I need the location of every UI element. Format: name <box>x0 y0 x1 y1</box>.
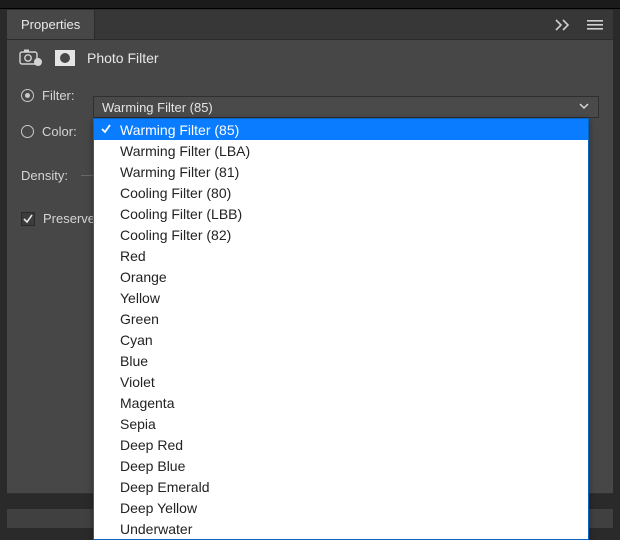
filter-dropdown-item-label: Warming Filter (85) <box>120 122 239 138</box>
filter-dropdown-item-label: Orange <box>120 269 167 285</box>
color-label: Color: <box>42 124 94 139</box>
filter-dropdown-item-label: Green <box>120 311 159 327</box>
color-radio[interactable] <box>21 125 34 138</box>
filter-dropdown-item[interactable]: Orange <box>94 266 588 287</box>
preserve-checkbox[interactable] <box>21 212 35 226</box>
filter-dropdown-item-label: Cyan <box>120 332 153 348</box>
filter-dropdown-item[interactable]: Deep Red <box>94 434 588 455</box>
filter-dropdown-item[interactable]: Magenta <box>94 392 588 413</box>
tab-label: Properties <box>21 17 80 32</box>
collapse-chevrons-icon[interactable] <box>555 19 573 31</box>
filter-dropdown-item-label: Cooling Filter (80) <box>120 185 231 201</box>
filter-dropdown-item-label: Deep Emerald <box>120 479 210 495</box>
filter-dropdown-item[interactable]: Green <box>94 308 588 329</box>
filter-dropdown-item[interactable]: Blue <box>94 350 588 371</box>
filter-dropdown-item[interactable]: Cyan <box>94 329 588 350</box>
filter-dropdown-item[interactable]: Red <box>94 245 588 266</box>
filter-dropdown-item[interactable]: Underwater <box>94 518 588 539</box>
filter-dropdown-item-label: Deep Yellow <box>120 500 197 516</box>
filter-dropdown-item-label: Deep Blue <box>120 458 185 474</box>
filter-dropdown-item[interactable]: Deep Emerald <box>94 476 588 497</box>
filter-dropdown-list[interactable]: Warming Filter (85) Warming Filter (LBA) W… <box>93 118 589 540</box>
filter-dropdown-item-label: Deep Red <box>120 437 183 453</box>
filter-dropdown-item-label: Underwater <box>120 521 192 537</box>
check-icon <box>100 122 112 138</box>
filter-dropdown[interactable]: Warming Filter (85) <box>93 96 599 118</box>
filter-dropdown-item[interactable]: Violet <box>94 371 588 392</box>
filter-dropdown-item[interactable]: Cooling Filter (80) <box>94 182 588 203</box>
section-title: Photo Filter <box>87 50 159 66</box>
filter-dropdown-item-label: Cooling Filter (82) <box>120 227 231 243</box>
filter-label: Filter: <box>42 88 94 103</box>
filter-dropdown-value: Warming Filter (85) <box>102 100 213 115</box>
filter-dropdown-item-label: Violet <box>120 374 155 390</box>
panel-tab-tools <box>545 10 613 39</box>
filter-dropdown-item-label: Magenta <box>120 395 174 411</box>
filter-dropdown-item[interactable]: Sepia <box>94 413 588 434</box>
window-top-edge <box>0 0 620 9</box>
filter-dropdown-item[interactable]: Deep Blue <box>94 455 588 476</box>
tab-properties[interactable]: Properties <box>7 10 95 39</box>
filter-dropdown-item-label: Red <box>120 248 146 264</box>
filter-dropdown-item-label: Warming Filter (LBA) <box>120 143 250 159</box>
camera-filter-icon <box>19 48 43 68</box>
filter-dropdown-item[interactable]: Deep Yellow <box>94 497 588 518</box>
panel-menu-icon[interactable] <box>587 19 603 31</box>
panel-tabstrip: Properties <box>7 10 613 40</box>
filter-dropdown-item[interactable]: Yellow <box>94 287 588 308</box>
section-header: Photo Filter <box>7 40 613 78</box>
filter-dropdown-item[interactable]: Cooling Filter (LBB) <box>94 203 588 224</box>
filter-dropdown-item[interactable]: Warming Filter (LBA) <box>94 140 588 161</box>
preserve-label: Preserve <box>43 211 95 226</box>
filter-radio[interactable] <box>21 89 34 102</box>
properties-panel: Properties <box>7 9 613 494</box>
filter-dropdown-item[interactable]: Cooling Filter (82) <box>94 224 588 245</box>
filter-dropdown-item-label: Sepia <box>120 416 156 432</box>
mask-icon <box>53 48 77 68</box>
filter-dropdown-item[interactable]: Warming Filter (85) <box>94 119 588 140</box>
filter-dropdown-item-label: Yellow <box>120 290 160 306</box>
chevron-down-icon <box>578 100 590 115</box>
filter-dropdown-item-label: Cooling Filter (LBB) <box>120 206 242 222</box>
filter-dropdown-item[interactable]: Warming Filter (81) <box>94 161 588 182</box>
filter-dropdown-item-label: Blue <box>120 353 148 369</box>
density-label: Density: <box>21 168 73 183</box>
filter-dropdown-item-label: Warming Filter (81) <box>120 164 239 180</box>
